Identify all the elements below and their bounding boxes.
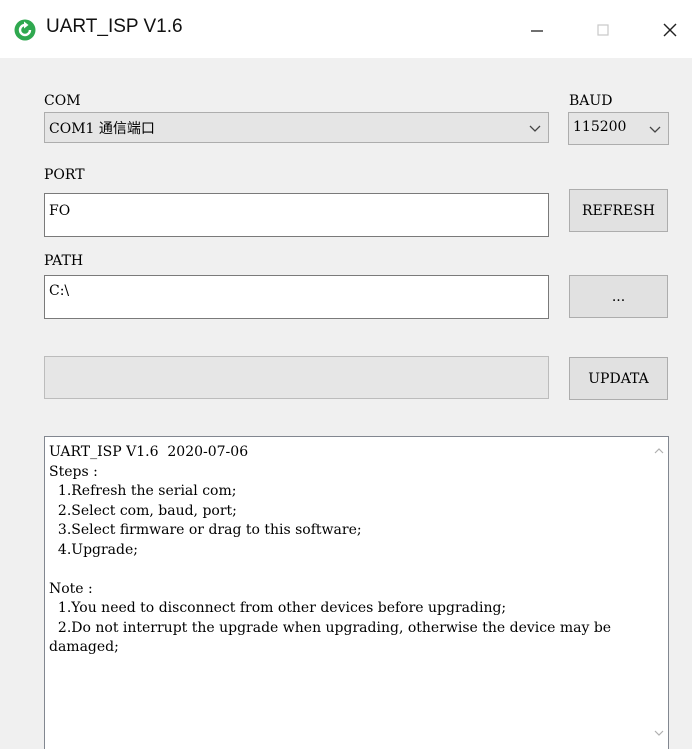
maximize-icon <box>597 24 609 36</box>
refresh-button[interactable]: REFRESH <box>569 189 668 232</box>
close-icon <box>663 23 677 37</box>
path-label: PATH <box>44 253 84 269</box>
close-button[interactable] <box>648 10 692 50</box>
port-input[interactable]: FO <box>44 193 549 237</box>
baud-select[interactable]: 115200 <box>568 112 669 145</box>
maximize-button[interactable] <box>581 10 625 50</box>
scroll-down-arrow-icon[interactable] <box>654 729 664 737</box>
baud-label: BAUD <box>569 93 613 109</box>
update-button[interactable]: UPDATA <box>569 357 668 400</box>
log-text: UART_ISP V1.6 2020-07-06 Steps : 1.Refre… <box>49 444 612 655</box>
path-input-value: C:\ <box>49 283 70 299</box>
path-input[interactable]: C:\ <box>44 275 549 319</box>
window-title: UART_ISP V1.6 <box>46 16 183 37</box>
port-input-value: FO <box>49 203 71 219</box>
com-select[interactable]: COM1 通信端口 <box>44 112 549 143</box>
baud-selected-value: 115200 <box>573 119 627 135</box>
log-output[interactable]: UART_ISP V1.6 2020-07-06 Steps : 1.Refre… <box>44 436 669 749</box>
port-label: PORT <box>44 167 85 183</box>
upgrade-progress-bar <box>44 356 549 399</box>
chevron-down-icon <box>649 126 661 133</box>
chevron-down-icon <box>529 125 541 132</box>
title-bar[interactable]: UART_ISP V1.6 <box>0 0 692 58</box>
browse-button[interactable]: ... <box>569 275 668 318</box>
minimize-button[interactable] <box>515 10 559 50</box>
minimize-icon <box>531 30 543 32</box>
green-refresh-icon <box>14 19 36 41</box>
com-selected-value: COM1 通信端口 <box>49 121 155 137</box>
scroll-up-arrow-icon[interactable] <box>654 447 664 455</box>
com-label: COM <box>44 93 81 109</box>
